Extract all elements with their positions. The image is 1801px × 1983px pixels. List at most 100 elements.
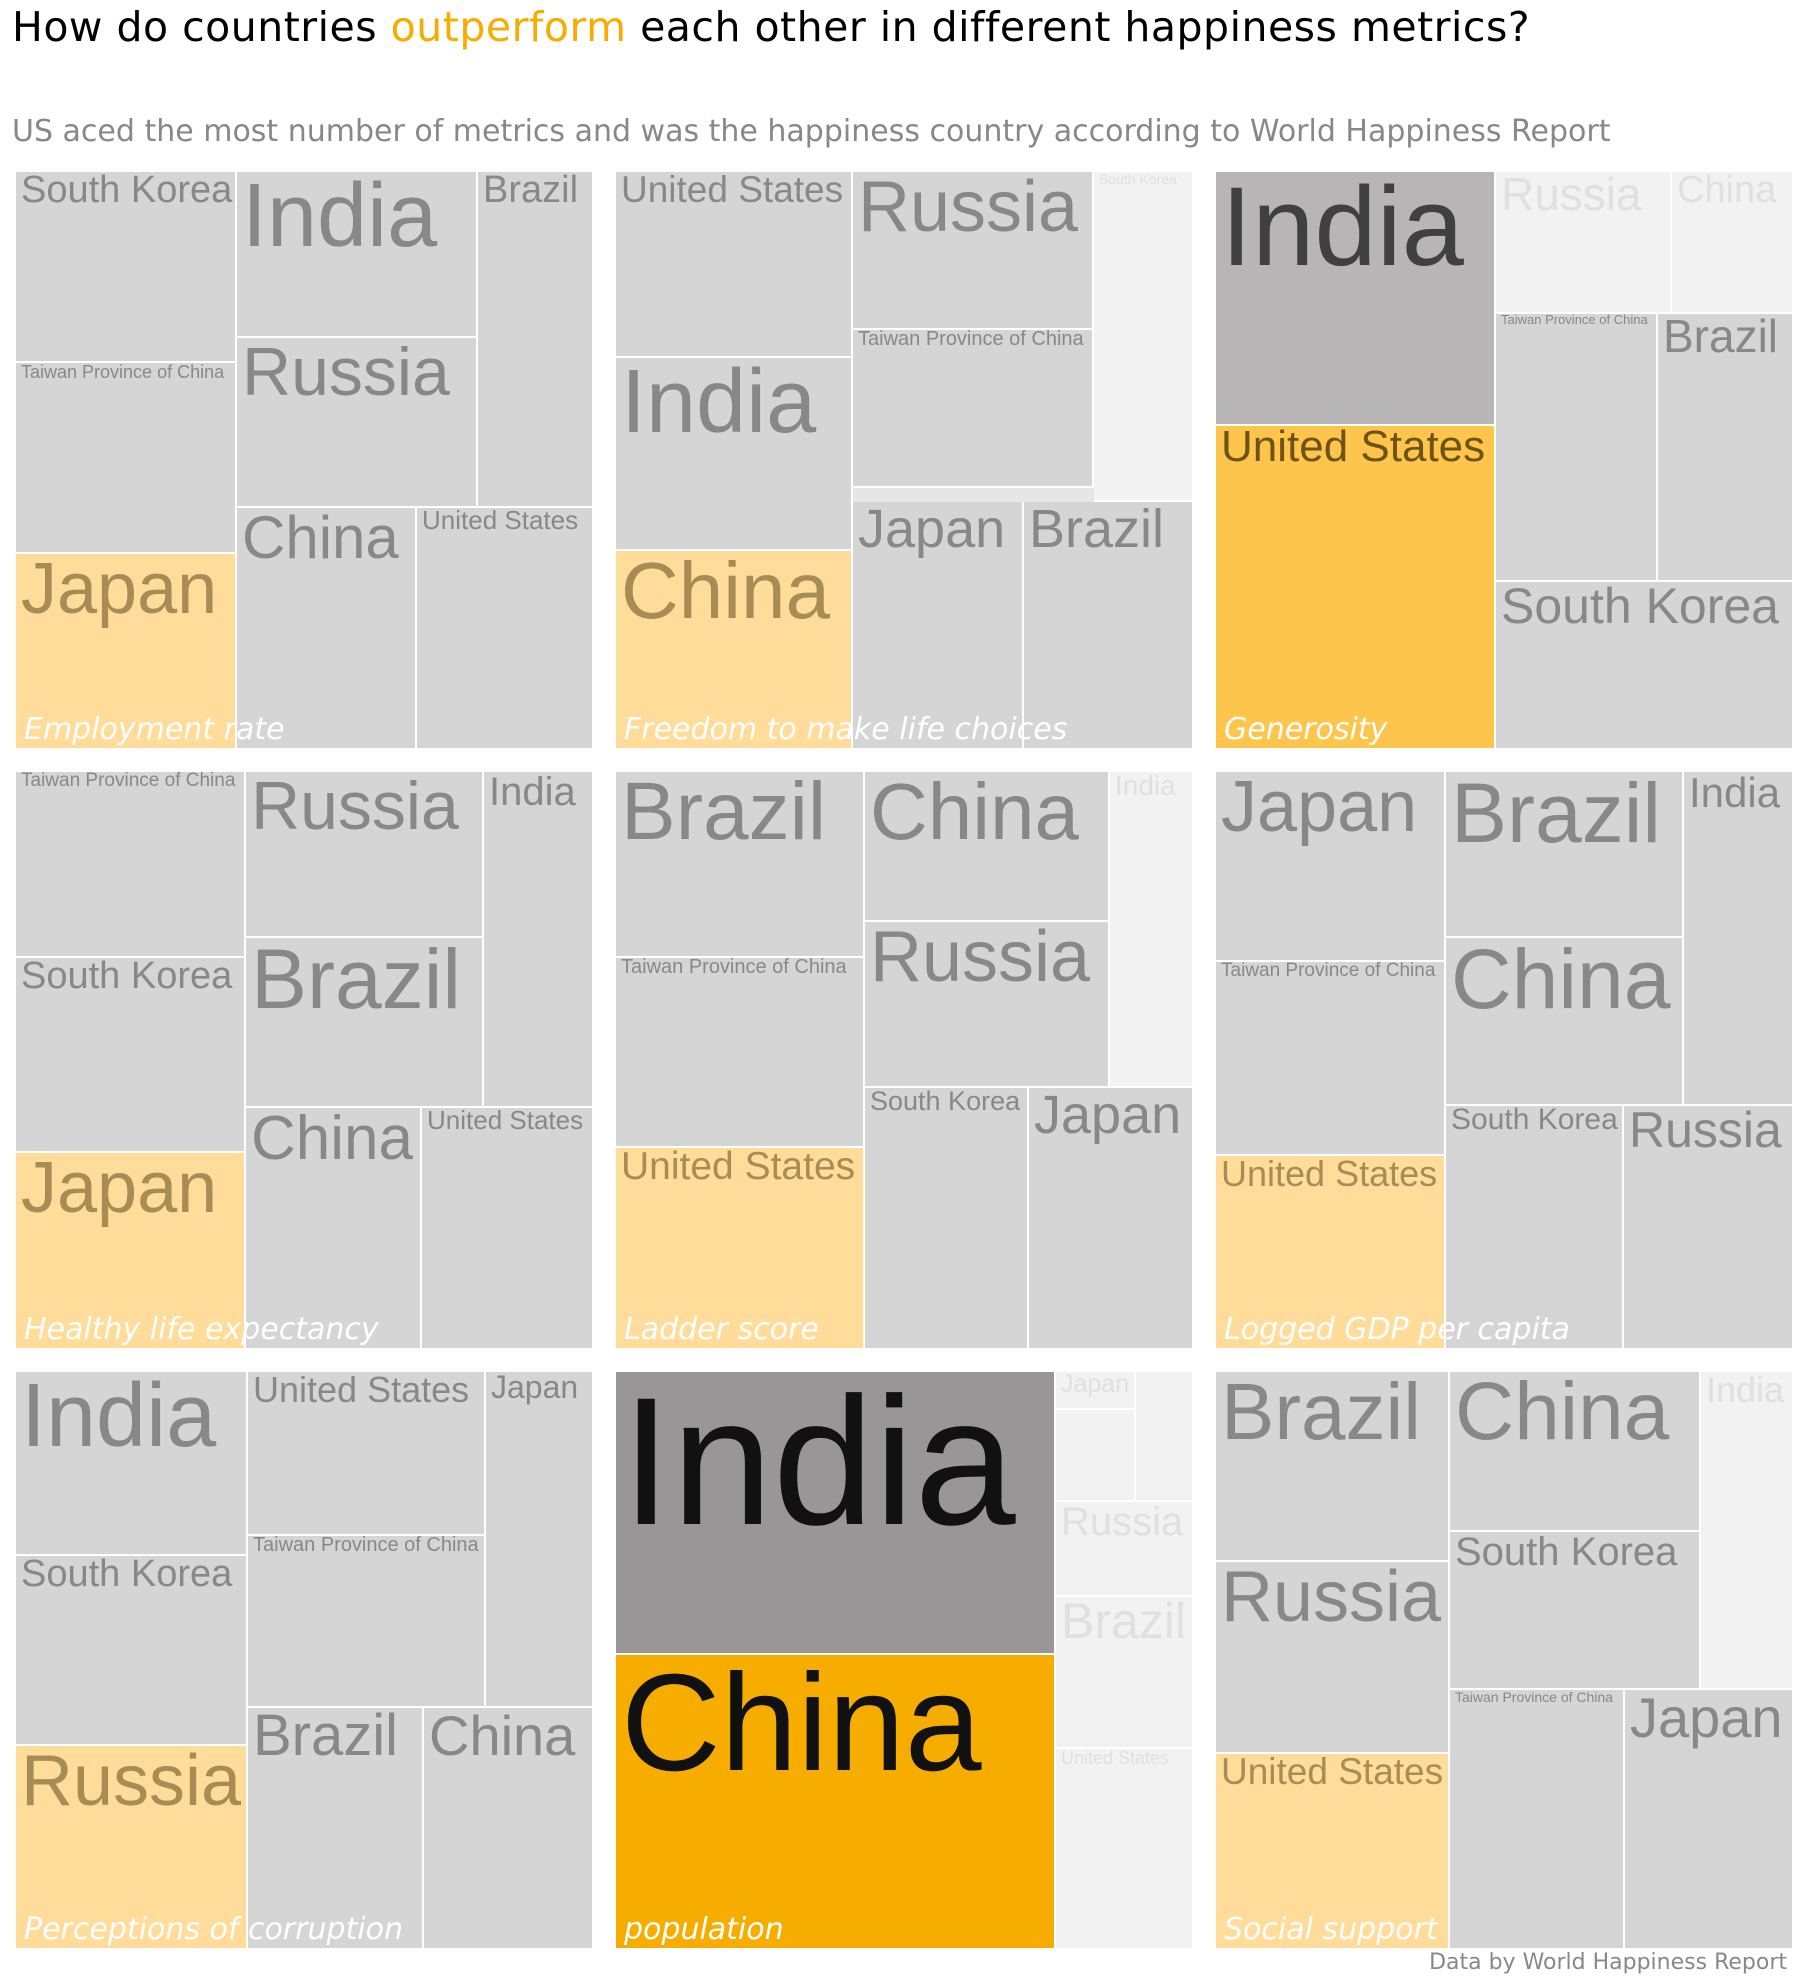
treemap-tile: United States — [616, 172, 853, 358]
panel-metric-label: Perceptions of corruption — [24, 1912, 403, 1947]
tile-label: Taiwan Province of China — [858, 330, 1084, 350]
treemap-tile: Brazil — [1658, 314, 1794, 582]
treemap-tile: India — [484, 772, 594, 1108]
chart-subtitle: US aced the most number of metrics and w… — [12, 114, 1611, 149]
title-after: each other in different happiness metric… — [626, 3, 1531, 51]
tile-label: United States — [1061, 1749, 1170, 1768]
tile-label: Brazil — [1663, 314, 1779, 362]
treemap-tile: United States — [1056, 1749, 1194, 1950]
tile-label: Russia — [1221, 1562, 1442, 1637]
treemap-panel: Japan Taiwan Province of China United Stat… — [1216, 772, 1794, 1350]
tile-label: Taiwan Province of China — [621, 958, 847, 978]
tile-label: South Korea — [1099, 172, 1177, 187]
treemap-tile: Russia — [1624, 1106, 1794, 1350]
panel-metric-label: Social support — [1224, 1912, 1438, 1947]
tile-label: South Korea — [21, 958, 233, 997]
panel-metric-label: Ladder score — [624, 1312, 819, 1347]
treemap-tile: China — [1672, 172, 1794, 314]
tile-label: India — [621, 1372, 1016, 1563]
tile-label: South Korea — [1451, 1106, 1618, 1136]
tile-label: Brazil — [621, 772, 827, 857]
treemap-tile: Taiwan Province of China — [16, 363, 237, 554]
tile-label: Russia — [870, 922, 1091, 997]
treemap-tile: United States — [248, 1372, 486, 1536]
treemap-tile: China — [616, 1655, 1056, 1950]
tile-label: Japan — [1630, 1690, 1783, 1749]
tile-label: India — [1115, 772, 1176, 801]
tile-label: Brazil — [1061, 1597, 1187, 1649]
treemap-tile: South Korea — [1496, 582, 1794, 750]
tile-label: India — [21, 1372, 217, 1466]
tile-label: Russia — [858, 172, 1079, 247]
title-highlight: outperform — [390, 3, 627, 51]
treemap-tile: China — [424, 1708, 594, 1950]
tile-label: Russia — [1501, 172, 1642, 220]
tile-label: Brazil — [1451, 772, 1662, 860]
tile-label: United States — [427, 1108, 584, 1135]
tile-label: Japan — [1034, 1088, 1182, 1145]
treemap-tile: Brazil — [1056, 1597, 1194, 1749]
treemap-tile: India — [616, 1372, 1056, 1655]
treemap-tile: United States — [422, 1108, 594, 1350]
panel-metric-label: Generosity — [1224, 712, 1388, 747]
tile-label: Russia — [1629, 1106, 1782, 1158]
tile-label: China — [621, 1655, 982, 1800]
tile-label: India — [489, 772, 576, 814]
treemap-tile: United States — [417, 508, 594, 750]
treemap-tile: Russia — [853, 172, 1094, 330]
treemap-tile: Japan — [1056, 1372, 1136, 1410]
tile-label: United States — [253, 1372, 470, 1410]
treemap-panel: South Korea Taiwan Province of China Japan… — [16, 172, 594, 750]
treemap-tile: United States — [1216, 426, 1496, 750]
treemap-tile: Russia — [1216, 1562, 1450, 1754]
tile-label: United States — [1221, 1156, 1438, 1194]
treemap-tile: South Korea — [865, 1088, 1029, 1350]
panel-metric-label: Employment rate — [24, 712, 285, 747]
treemap-tile: Japan — [486, 1372, 594, 1708]
tile-label: China — [621, 551, 831, 635]
tile-label: Brazil — [1029, 502, 1165, 559]
treemap-tile: Japan — [1216, 772, 1446, 962]
treemap-tile: Brazil — [616, 772, 865, 958]
tile-label: Japan — [21, 1153, 218, 1228]
tile-label: United States — [1221, 1754, 1444, 1792]
treemap-tile: Taiwan Province of China — [1216, 962, 1446, 1156]
treemap-tile: India — [1110, 772, 1194, 1088]
tile-label: Taiwan Province of China — [21, 772, 236, 791]
treemap-tile: South Korea — [16, 958, 246, 1153]
treemap-panel: United States India China Russia Taiwan Prov… — [616, 172, 1194, 750]
tile-label: Japan — [1061, 1372, 1130, 1398]
tile-label: China — [242, 508, 399, 571]
tile-label: Russia — [1061, 1502, 1184, 1544]
treemap-tile: Brazil — [1446, 772, 1684, 938]
tile-label: South Korea — [870, 1088, 1021, 1116]
treemap-tile: India — [237, 172, 478, 338]
treemap-tile: Taiwan Province of China — [248, 1536, 486, 1708]
tile-label: Taiwan Province of China — [253, 1536, 479, 1556]
tile-label: Russia — [242, 338, 450, 410]
treemap-tile: Japan — [1029, 1088, 1194, 1350]
tile-label: Taiwan Province of China — [1221, 962, 1436, 981]
tile-label: China — [1455, 1372, 1670, 1457]
tile-label: South Korea — [21, 172, 233, 211]
treemap-tile: South Korea — [16, 172, 237, 363]
treemap-panel: Brazil Taiwan Province of China United Sta… — [616, 772, 1194, 1350]
treemap-tile: South Korea — [1450, 1532, 1701, 1690]
treemap-tile: South Korea — [16, 1556, 248, 1746]
treemap-tile: India — [1684, 772, 1794, 1106]
tile-label: Brazil — [483, 172, 579, 211]
treemap-panel: India United States Russia China Taiwan Prov… — [1216, 172, 1794, 750]
tile-label: Brazil — [253, 1708, 399, 1768]
treemap-tile — [1136, 1372, 1194, 1502]
treemap-panel: Brazil Russia United States China South Kore… — [1216, 1372, 1794, 1950]
tile-label: India — [621, 358, 817, 452]
treemap-tile: Russia — [246, 772, 484, 938]
tile-label: United States — [621, 172, 844, 210]
panel-metric-label: Healthy life expectancy — [24, 1312, 379, 1347]
treemap-tile: China — [1446, 938, 1684, 1106]
treemap-panel: India South Korea Russia United States Taiwa… — [16, 1372, 594, 1950]
treemap-tile: Russia — [865, 922, 1110, 1088]
tile-label: Japan — [1221, 772, 1418, 847]
treemap-tile: Japan — [1625, 1690, 1794, 1950]
treemap-tile — [1056, 1410, 1136, 1502]
